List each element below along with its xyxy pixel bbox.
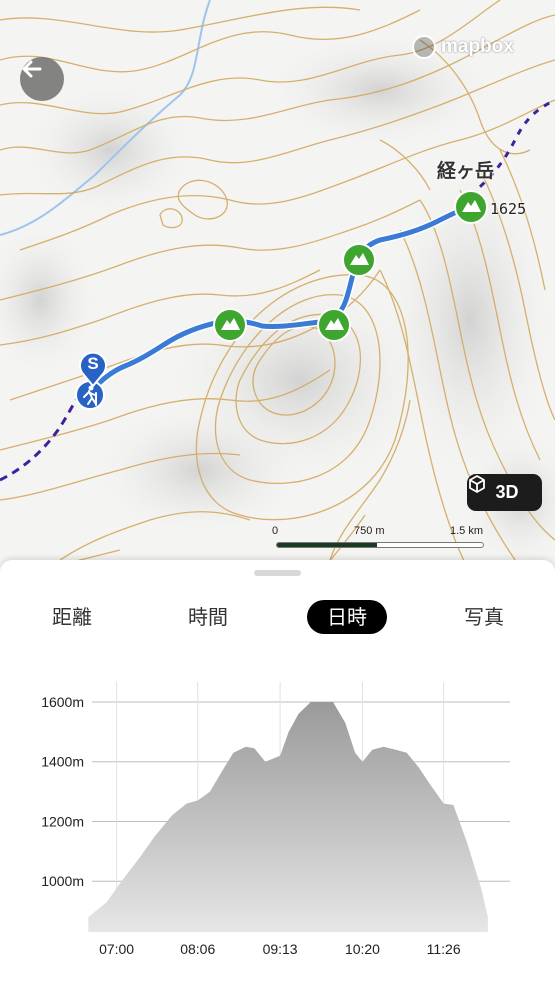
mapbox-text: mapbox <box>441 36 514 57</box>
x-tick-label: 08:06 <box>180 941 215 957</box>
elevation-area <box>88 702 488 932</box>
mapbox-logo[interactable]: mapbox <box>412 33 514 61</box>
peak-marker <box>317 308 351 342</box>
arrow-left-icon <box>22 60 42 78</box>
app-frame: S mapbox 経ヶ岳 1625 3D 0 750 m 1.5 km 距離 時… <box>0 0 555 987</box>
3d-toggle-button[interactable]: 3D <box>467 474 542 511</box>
y-tick-label: 1000m <box>41 873 84 889</box>
tab-distance[interactable]: 距離 <box>42 600 102 634</box>
scale-label-end: 1.5 km <box>450 525 484 537</box>
peak-name-label: 経ヶ岳 <box>437 160 495 182</box>
y-tick-label: 1200m <box>41 813 84 829</box>
peak-marker <box>454 190 488 224</box>
tab-datetime[interactable]: 日時 <box>307 600 387 634</box>
scale-label-start: 0 <box>272 525 279 537</box>
y-tick-label: 1400m <box>41 754 84 770</box>
sheet-grabber[interactable] <box>254 570 301 576</box>
map-view[interactable]: S mapbox 経ヶ岳 1625 3D 0 750 m 1.5 km <box>0 0 555 600</box>
elevation-chart[interactable]: 1000m 1200m 1400m 1600m 07:00 08:06 09:13 10:20… <box>0 670 555 970</box>
x-tick-label: 11:26 <box>427 941 461 957</box>
3d-label: 3D <box>495 482 519 502</box>
x-tick-label: 07:00 <box>99 941 134 957</box>
tab-bar: 距離 時間 日時 写真 <box>0 600 555 636</box>
tab-time[interactable]: 時間 <box>178 600 238 634</box>
cube-icon <box>469 475 485 493</box>
x-tick-label: 10:20 <box>345 941 380 957</box>
y-tick-label: 1600m <box>41 694 84 710</box>
peak-elevation-label: 1625 <box>490 200 527 218</box>
bottom-sheet[interactable]: 距離 時間 日時 写真 1000m 1200m 1400m 1600m 07:00 08:… <box>0 560 555 987</box>
start-marker-letter: S <box>87 354 99 373</box>
tab-photos[interactable]: 写真 <box>454 600 514 634</box>
peak-marker <box>342 243 376 277</box>
start-marker[interactable]: S <box>78 351 108 387</box>
scale-line <box>276 542 484 548</box>
peak-marker <box>213 308 247 342</box>
elevation-chart-svg: 1000m 1200m 1400m 1600m 07:00 08:06 09:13 10:20… <box>41 682 510 957</box>
back-button[interactable] <box>20 57 64 101</box>
scale-label-mid: 750 m <box>354 525 385 537</box>
mapbox-icon <box>412 35 436 59</box>
scale-bar: 0 750 m 1.5 km <box>270 525 500 555</box>
x-tick-label: 09:13 <box>263 941 298 957</box>
